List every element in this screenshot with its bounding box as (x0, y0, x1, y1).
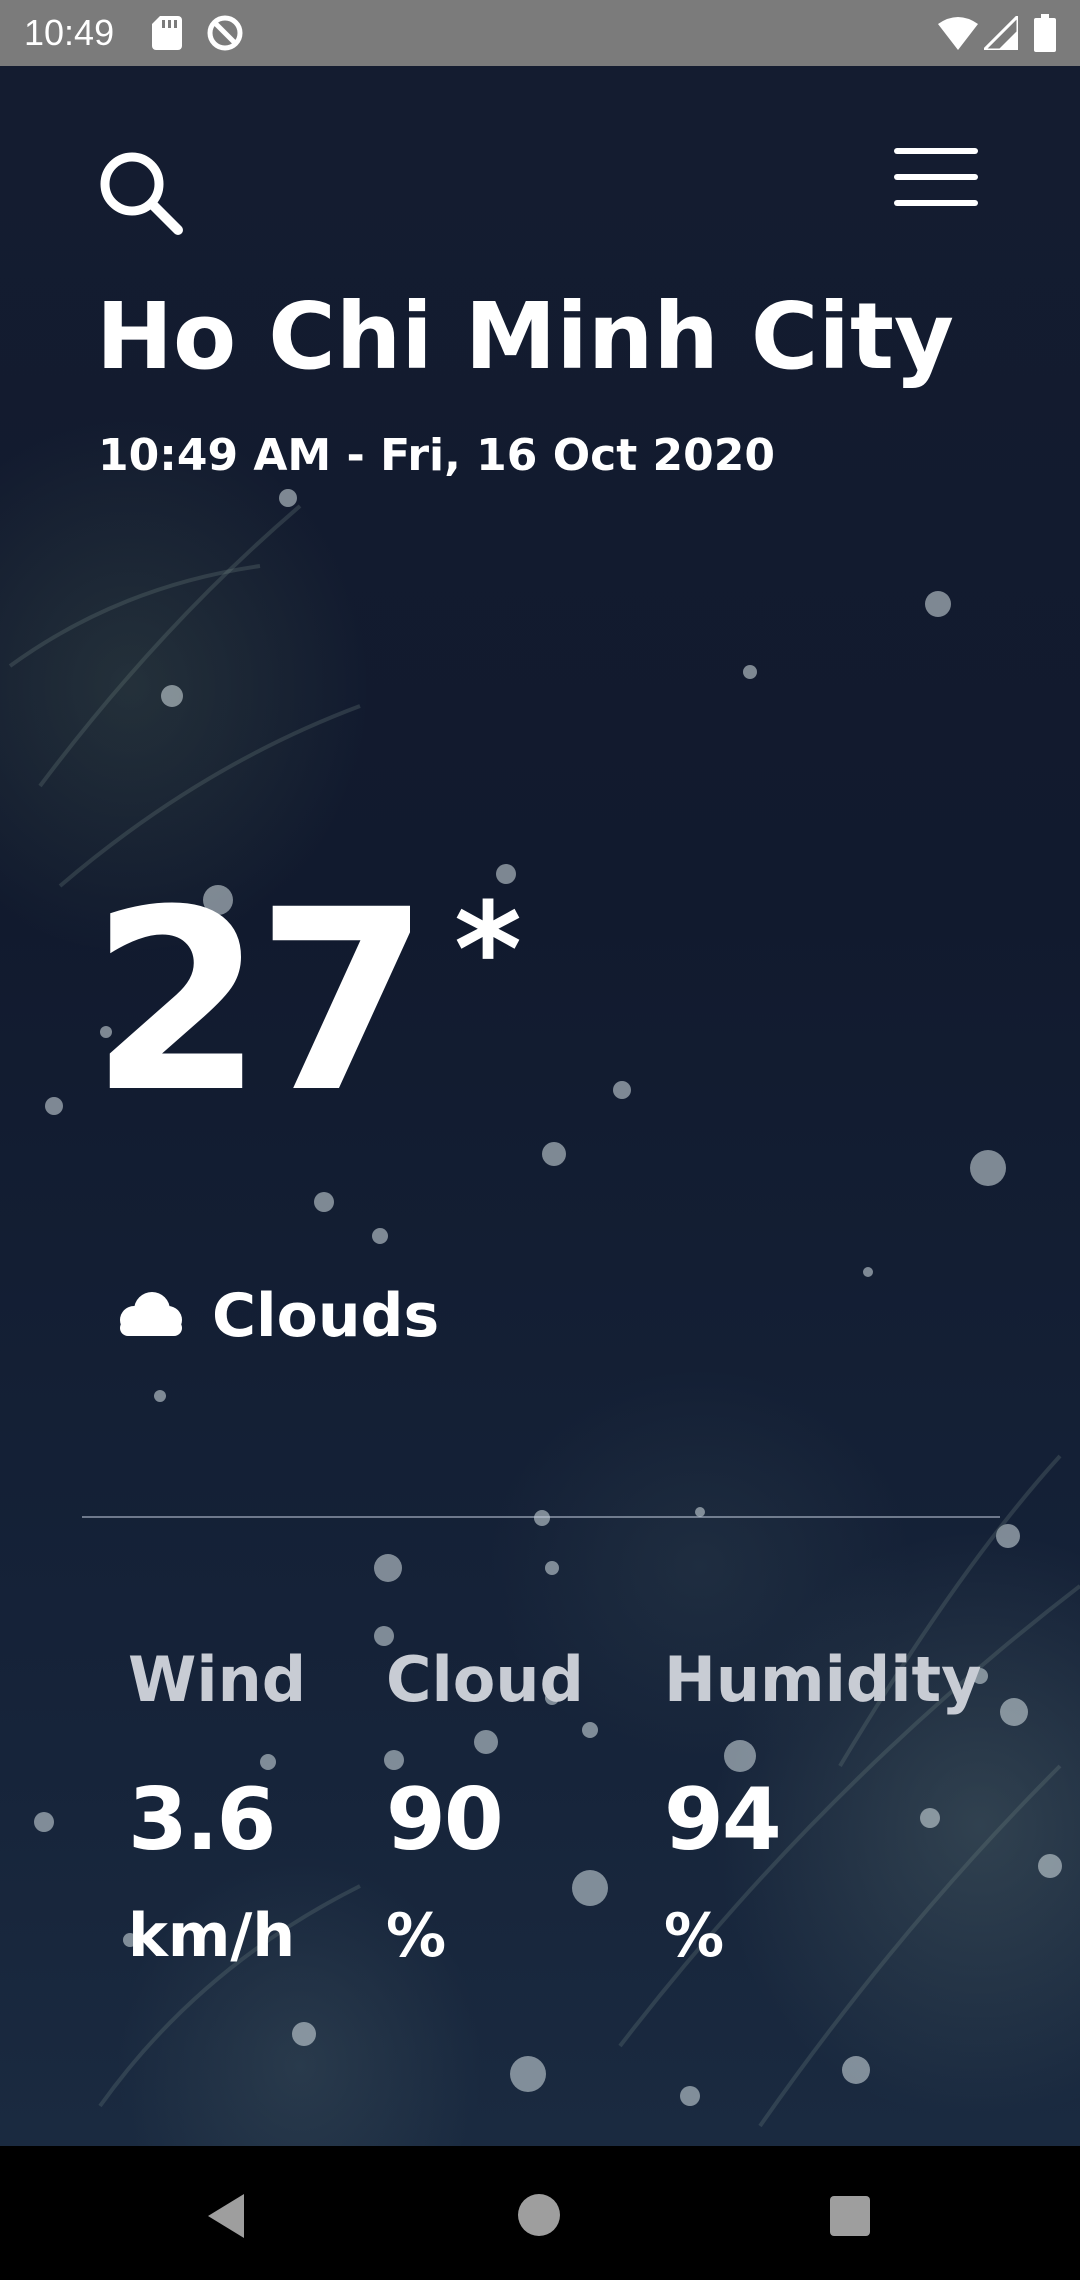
home-icon[interactable] (518, 2194, 560, 2236)
stat-value: 3.6 (128, 1770, 276, 1870)
weather-condition: Clouds (212, 1281, 440, 1351)
back-icon[interactable] (204, 2192, 248, 2240)
stat-value: 94 (664, 1770, 782, 1870)
stat-wind: Wind 3.6 km/h (128, 1640, 306, 1974)
stat-unit: km/h (128, 1901, 296, 1971)
stat-unit: % (664, 1901, 725, 1971)
temperature-unit: * (454, 874, 522, 1026)
wifi-icon (938, 17, 978, 50)
date-time: 10:49 AM - Fri, 16 Oct 2020 (98, 430, 776, 481)
sd-card-icon (152, 16, 182, 50)
weather-screen: 10:49 Ho Chi Minh City 10:49 AM - Fri, 1… (0, 0, 1080, 2280)
city-name: Ho Chi Minh City (96, 283, 954, 390)
cloud-icon (120, 1292, 182, 1336)
stat-humidity: Humidity 94 % (664, 1640, 982, 1974)
stat-label: Humidity (664, 1643, 982, 1716)
signal-icon (984, 16, 1018, 50)
navigation-bar (0, 2146, 1080, 2280)
stat-cloud: Cloud 90 % (386, 1640, 584, 1974)
stat-label: Cloud (386, 1643, 584, 1716)
search-icon[interactable] (96, 148, 186, 238)
status-bar: 10:49 (0, 0, 1080, 66)
hamburger-menu-icon[interactable] (890, 144, 982, 214)
stat-unit: % (386, 1901, 447, 1971)
battery-icon (1034, 14, 1056, 52)
recents-icon[interactable] (830, 2196, 870, 2236)
stat-label: Wind (128, 1643, 307, 1716)
divider (82, 1516, 1000, 1518)
stat-value: 90 (386, 1770, 504, 1870)
temperature-value: 27 (90, 856, 430, 1147)
do-not-disturb-icon (207, 15, 243, 51)
status-time: 10:49 (24, 12, 115, 53)
